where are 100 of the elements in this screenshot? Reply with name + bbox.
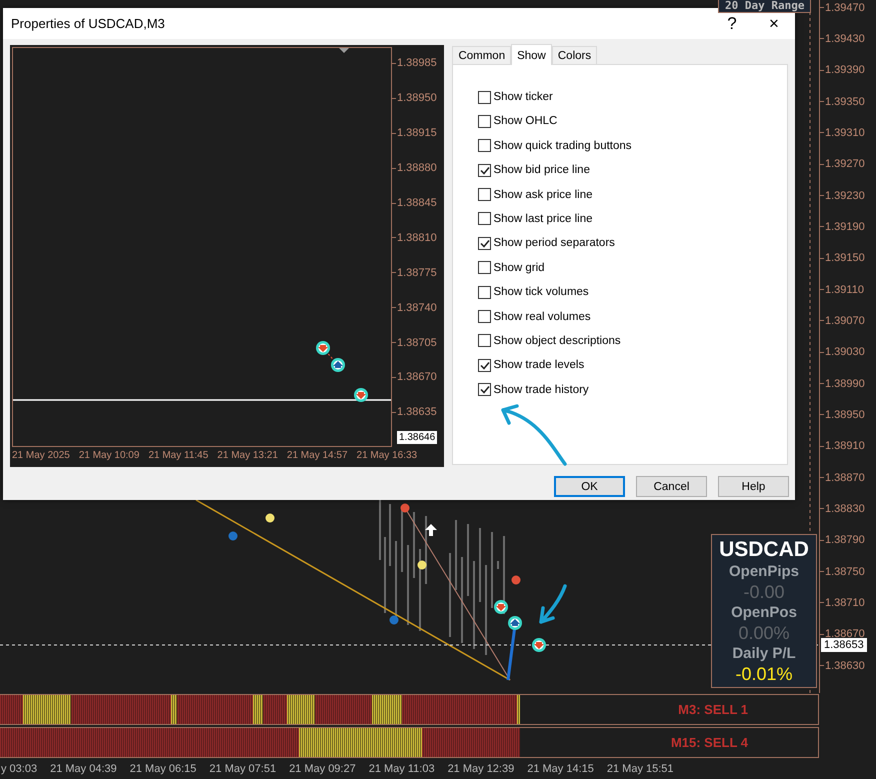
checkbox-label[interactable]: Show bid price line — [493, 164, 590, 176]
price-label: 1.38880 — [392, 150, 437, 186]
checkbox[interactable] — [478, 164, 492, 177]
dialog-button[interactable]: Help — [718, 476, 789, 497]
time-label: 21 May 06:15 — [130, 763, 196, 775]
stat-value: 0.00% — [738, 624, 790, 642]
current-price-tag: 1.38646 — [397, 431, 438, 444]
checkbox[interactable] — [478, 310, 492, 324]
checkbox-label[interactable]: Show ask price line — [493, 188, 593, 201]
scroll-marker-icon — [339, 48, 349, 53]
price-label: 1.38985 — [392, 46, 437, 81]
price-label: 1.39310 — [820, 117, 876, 149]
window-title: Properties of USDCAD,M3 — [11, 16, 166, 31]
price-label: 1.39230 — [820, 180, 876, 212]
trade-marker-icon — [508, 616, 522, 630]
price-label: 1.39190 — [820, 211, 876, 243]
time-label: 21 May 14:57 — [286, 450, 348, 461]
trade-marker-icon — [494, 600, 508, 614]
time-label: 21 May 10:09 — [78, 450, 140, 461]
checkbox[interactable] — [478, 90, 492, 104]
checkbox[interactable] — [478, 334, 492, 348]
time-label: 21 May 12:39 — [448, 763, 514, 775]
checkbox-label[interactable]: Show last price line — [493, 212, 593, 225]
range-label: 20 Day Range — [718, 0, 812, 13]
price-label: 1.38775 — [392, 255, 437, 290]
checkbox-label[interactable]: Show trade history — [493, 384, 589, 396]
close-button[interactable]: × — [753, 12, 795, 36]
checkbox-label[interactable]: Show tick volumes — [493, 286, 589, 298]
checkbox[interactable] — [478, 212, 492, 226]
price-label: 1.38845 — [392, 186, 437, 220]
trade-marker-icon — [316, 341, 330, 355]
trade-marker-icon — [532, 638, 546, 652]
signal-dot-icon — [228, 532, 238, 540]
price-label: 1.39270 — [820, 148, 876, 180]
price-label: 1.38950 — [820, 399, 876, 431]
checkbox[interactable] — [478, 383, 492, 396]
time-label: 21 May 2025 — [12, 450, 70, 461]
up-arrow-icon — [425, 524, 437, 536]
stat-label: OpenPips — [728, 564, 799, 579]
stat-value: -0.00 — [743, 583, 785, 601]
price-label: 1.38810 — [392, 220, 437, 256]
checkbox-label[interactable]: Show object descriptions — [493, 334, 621, 347]
checkbox-label[interactable]: Show quick trading buttons — [493, 140, 632, 152]
time-label: 21 May 11:45 — [148, 450, 208, 461]
price-label: 1.38870 — [820, 462, 876, 494]
time-label: 21 May 13:21 — [217, 450, 278, 461]
signal-dot-icon — [390, 616, 398, 624]
price-label: 1.38950 — [392, 80, 437, 116]
price-label: 1.39070 — [820, 305, 876, 337]
dialog-button[interactable]: OK — [554, 476, 625, 497]
annotation-arrow-icon — [539, 584, 567, 624]
checkbox-label[interactable]: Show ticker — [493, 91, 553, 103]
current-price-tag: 1.38653 — [821, 638, 867, 652]
checkbox-label[interactable]: Show grid — [493, 262, 545, 274]
signal-dot-icon — [418, 560, 426, 570]
trade-marker-icon — [331, 358, 345, 372]
price-label: 1.38910 — [820, 430, 876, 462]
trade-marker-icon — [354, 388, 368, 402]
price-label: 1.39430 — [820, 23, 876, 55]
checkbox-label[interactable]: Show real volumes — [493, 310, 591, 323]
signal-label: M3: SELL 1 — [678, 702, 748, 717]
tab[interactable]: Colors — [552, 46, 598, 64]
dialog-button[interactable]: Cancel — [636, 476, 707, 497]
stat-label: OpenPos — [731, 605, 797, 620]
time-label: 21 May 04:39 — [50, 763, 117, 775]
checkbox[interactable] — [478, 139, 492, 152]
price-label: 1.38630 — [820, 650, 876, 682]
signal-dot-icon — [400, 504, 410, 512]
checkbox-label[interactable]: Show period separators — [493, 237, 615, 250]
checkbox[interactable] — [478, 261, 492, 274]
time-label: 21 May 16:33 — [356, 450, 418, 461]
stat-label: Daily P/L — [732, 646, 796, 661]
price-label: 1.38915 — [392, 116, 437, 151]
time-label: 21 May 09:27 — [289, 763, 356, 775]
time-label: 21 May 14:15 — [527, 763, 594, 775]
tab[interactable]: Show — [511, 44, 552, 65]
checkbox-label[interactable]: Show trade levels — [493, 359, 584, 372]
price-label: 1.38740 — [392, 290, 437, 326]
tab[interactable]: Common — [452, 46, 512, 64]
signal-dot-icon — [266, 514, 274, 522]
checkbox[interactable] — [478, 358, 492, 372]
time-label: 21 May 07:51 — [209, 763, 276, 775]
price-label: 1.38670 — [392, 360, 437, 395]
stat-value: -0.01% — [735, 665, 793, 683]
checkbox[interactable] — [478, 286, 492, 299]
price-label: 1.38990 — [820, 368, 876, 400]
checkbox[interactable] — [478, 114, 492, 128]
time-label: y 03:03 — [1, 763, 38, 775]
checkbox[interactable] — [478, 188, 492, 202]
help-button[interactable]: ? — [711, 12, 753, 36]
signal-label: M15: SELL 4 — [670, 735, 748, 750]
price-label: 1.38750 — [820, 556, 876, 588]
checkbox-label[interactable]: Show OHLC — [493, 115, 558, 128]
price-label: 1.38790 — [820, 524, 876, 556]
price-label: 1.39030 — [820, 336, 876, 368]
price-label: 1.39470 — [820, 0, 876, 24]
checkbox[interactable] — [478, 236, 492, 250]
time-label: 21 May 15:51 — [606, 763, 674, 775]
price-label: 1.38705 — [392, 325, 437, 360]
symbol-label: USDCAD — [719, 539, 809, 560]
